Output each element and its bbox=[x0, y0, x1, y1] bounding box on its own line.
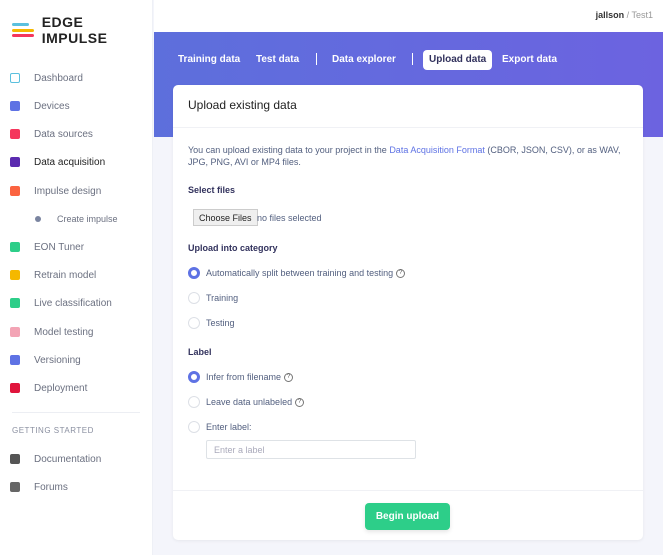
radio-button[interactable] bbox=[188, 421, 200, 433]
sidebar-item-data-acquisition[interactable]: Data acquisition bbox=[10, 152, 105, 172]
select-files-label: Select files bbox=[188, 185, 236, 195]
divider bbox=[173, 490, 643, 491]
breadcrumb-separator: / bbox=[626, 10, 630, 20]
radio-auto-split[interactable]: Automatically split between training and… bbox=[188, 267, 406, 279]
sidebar-item-forums[interactable]: Forums bbox=[10, 477, 68, 497]
radio-label: Training bbox=[206, 293, 239, 303]
chat-icon bbox=[10, 482, 20, 492]
radio-button[interactable] bbox=[188, 396, 200, 408]
tab-separator bbox=[412, 53, 413, 65]
chip-icon bbox=[10, 101, 20, 111]
radio-button[interactable] bbox=[188, 292, 200, 304]
radio-button[interactable] bbox=[188, 371, 200, 383]
sidebar-item-retrain-model[interactable]: Retrain model bbox=[10, 265, 96, 285]
sidebar-item-label: Impulse design bbox=[34, 185, 102, 197]
sidebar-item-label: Dashboard bbox=[34, 72, 83, 84]
sidebar-item-label: Devices bbox=[34, 100, 70, 112]
section-getting-started: GETTING STARTED bbox=[12, 426, 94, 435]
sidebar-item-label: Retrain model bbox=[34, 269, 97, 281]
logo-icon bbox=[12, 23, 34, 37]
tab-export-data[interactable]: Export data bbox=[496, 50, 563, 70]
help-icon[interactable]: ? bbox=[396, 268, 406, 278]
sidebar-item-label: Data acquisition bbox=[34, 156, 106, 168]
sidebar-item-devices[interactable]: Devices bbox=[10, 96, 70, 116]
sidebar-item-label: Create impulse bbox=[57, 214, 118, 224]
help-icon[interactable]: ? bbox=[295, 397, 305, 407]
database-icon bbox=[10, 157, 20, 167]
logo-text: EDGE IMPULSE bbox=[41, 14, 108, 46]
docs-icon bbox=[10, 454, 20, 464]
divider bbox=[173, 127, 643, 128]
sidebar-item-deployment[interactable]: Deployment bbox=[10, 378, 87, 398]
data-acquisition-format-link[interactable]: Data Acquisition Format bbox=[389, 145, 485, 155]
sidebar-item-live-classification[interactable]: Live classification bbox=[10, 293, 112, 313]
compass-icon bbox=[10, 242, 20, 252]
clipboard-icon bbox=[10, 327, 20, 337]
monitor-icon bbox=[10, 73, 20, 83]
sidebar-item-label: EON Tuner bbox=[34, 241, 85, 253]
logo[interactable]: EDGE IMPULSE bbox=[12, 14, 152, 46]
radio-enter-label[interactable]: Enter label: bbox=[188, 421, 252, 433]
project-name[interactable]: Test1 bbox=[631, 10, 653, 20]
radio-button[interactable] bbox=[188, 317, 200, 329]
sidebar-divider bbox=[12, 412, 140, 413]
sidebar-item-label: Live classification bbox=[34, 297, 112, 309]
description: You can upload existing data to your pro… bbox=[188, 144, 633, 168]
sidebar-item-label: Deployment bbox=[34, 382, 88, 394]
sidebar: EDGE IMPULSE Dashboard Devices Data source… bbox=[0, 0, 153, 555]
wand-icon bbox=[10, 129, 20, 139]
radio-label: Infer from filename bbox=[206, 372, 282, 382]
card-title: Upload existing data bbox=[188, 98, 297, 112]
sidebar-item-dashboard[interactable]: Dashboard bbox=[10, 68, 83, 88]
sidebar-item-create-impulse[interactable]: Create impulse bbox=[35, 209, 118, 229]
radio-label: Enter label: bbox=[206, 422, 252, 432]
sidebar-item-data-sources[interactable]: Data sources bbox=[10, 124, 93, 144]
file-status: no files selected bbox=[257, 213, 322, 223]
sidebar-item-label: Documentation bbox=[34, 453, 102, 465]
radio-label: Automatically split between training and… bbox=[206, 268, 394, 278]
branch-icon bbox=[10, 355, 20, 365]
sidebar-item-model-testing[interactable]: Model testing bbox=[10, 322, 93, 342]
live-icon bbox=[10, 298, 20, 308]
sidebar-item-eon-tuner[interactable]: EON Tuner bbox=[10, 237, 84, 257]
sidebar-item-label: Versioning bbox=[34, 354, 81, 366]
help-icon[interactable]: ? bbox=[284, 372, 294, 382]
dot-icon bbox=[35, 216, 41, 222]
tab-data-explorer[interactable]: Data explorer bbox=[326, 50, 402, 70]
breadcrumb: jallson / Test1 bbox=[596, 10, 653, 20]
begin-upload-button[interactable]: Begin upload bbox=[365, 503, 450, 530]
radio-training[interactable]: Training bbox=[188, 292, 238, 304]
tab-test-data[interactable]: Test data bbox=[250, 50, 305, 70]
tab-training-data[interactable]: Training data bbox=[172, 50, 246, 70]
user-name[interactable]: jallson bbox=[596, 10, 625, 20]
desc-text: You can upload existing data to your pro… bbox=[188, 145, 390, 155]
radio-leave-unlabeled[interactable]: Leave data unlabeled? bbox=[188, 396, 305, 408]
label-input[interactable] bbox=[206, 440, 416, 459]
category-label: Upload into category bbox=[188, 243, 278, 253]
sidebar-item-label: Model testing bbox=[34, 326, 94, 338]
topbar: jallson / Test1 bbox=[154, 0, 663, 32]
tab-upload-data[interactable]: Upload data bbox=[423, 50, 493, 70]
gift-icon bbox=[10, 383, 20, 393]
label-section-label: Label bbox=[188, 347, 212, 357]
upload-card: Upload existing data You can upload exis… bbox=[173, 85, 643, 540]
shuffle-icon bbox=[10, 270, 20, 280]
sidebar-item-versioning[interactable]: Versioning bbox=[10, 350, 81, 370]
pulse-icon bbox=[10, 186, 20, 196]
radio-infer-from-filename[interactable]: Infer from filename? bbox=[188, 371, 294, 383]
sidebar-item-documentation[interactable]: Documentation bbox=[10, 449, 101, 469]
radio-testing[interactable]: Testing bbox=[188, 317, 235, 329]
tab-separator bbox=[316, 53, 317, 65]
radio-label: Testing bbox=[206, 318, 235, 328]
sidebar-item-impulse-design[interactable]: Impulse design bbox=[10, 181, 101, 201]
radio-button[interactable] bbox=[188, 267, 200, 279]
sidebar-item-label: Data sources bbox=[34, 128, 93, 140]
choose-files-button[interactable]: Choose Files bbox=[193, 209, 258, 226]
radio-label: Leave data unlabeled bbox=[206, 397, 293, 407]
sidebar-item-label: Forums bbox=[34, 481, 68, 493]
